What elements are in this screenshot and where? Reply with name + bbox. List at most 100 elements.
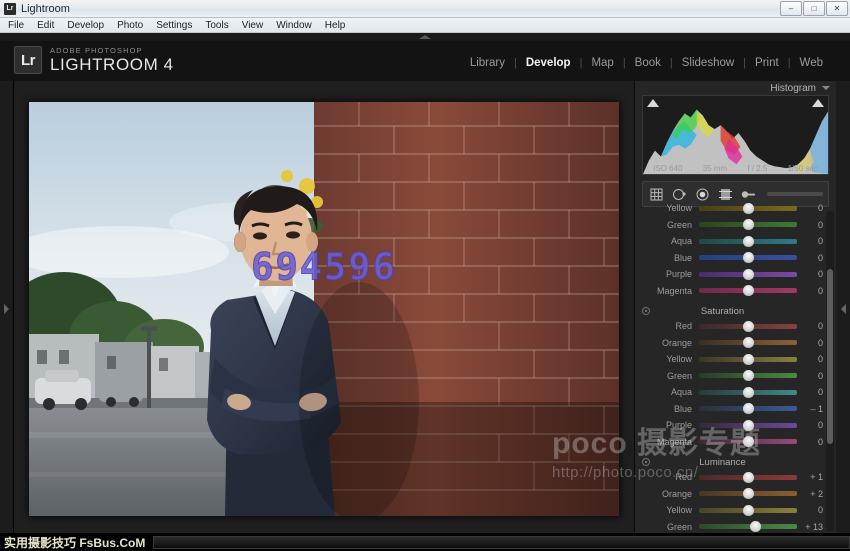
hsl-slider-track[interactable]: [699, 239, 797, 244]
menu-tools[interactable]: Tools: [205, 20, 236, 31]
hsl-slider-label: Magenta: [641, 286, 699, 296]
module-picker: Library | Develop | Map | Book | Slidesh…: [461, 57, 832, 69]
hsl-slider-row[interactable]: Magenta0: [635, 283, 831, 300]
hsl-slider-handle[interactable]: [743, 321, 754, 332]
hsl-slider-row[interactable]: Yellow0: [635, 502, 831, 519]
hsl-slider-handle[interactable]: [743, 505, 754, 516]
menu-help[interactable]: Help: [325, 20, 354, 31]
hsl-slider-handle[interactable]: [743, 488, 754, 499]
close-button[interactable]: ✕: [826, 1, 848, 16]
hsl-slider-track[interactable]: [699, 340, 797, 345]
hsl-slider-track[interactable]: [699, 324, 797, 329]
brush-size-slider[interactable]: [767, 192, 823, 196]
scrollbar-thumb[interactable]: [827, 269, 833, 444]
module-print[interactable]: Print: [746, 57, 788, 69]
module-library[interactable]: Library: [461, 57, 514, 69]
hsl-slider-row[interactable]: Green0: [635, 368, 831, 385]
chevron-down-icon[interactable]: [822, 86, 830, 90]
module-web[interactable]: Web: [791, 57, 832, 69]
hsl-slider-track[interactable]: [699, 255, 797, 260]
hsl-slider-handle[interactable]: [743, 337, 754, 348]
hsl-slider-handle[interactable]: [743, 354, 754, 365]
hsl-slider-track[interactable]: [699, 357, 797, 362]
module-book[interactable]: Book: [626, 57, 670, 69]
hsl-slider-handle[interactable]: [743, 285, 754, 296]
hsl-slider-label: Red: [641, 472, 699, 482]
hsl-slider-handle[interactable]: [743, 403, 754, 414]
hsl-slider-handle[interactable]: [743, 436, 754, 447]
menu-edit[interactable]: Edit: [37, 20, 62, 31]
hsl-slider-row[interactable]: Yellow0: [635, 200, 831, 217]
hsl-slider-handle[interactable]: [743, 236, 754, 247]
hsl-slider-handle[interactable]: [743, 472, 754, 483]
hsl-slider-row[interactable]: Aqua0: [635, 384, 831, 401]
hsl-slider-track[interactable]: [699, 491, 797, 496]
hsl-slider-handle[interactable]: [743, 420, 754, 431]
top-panel-toggle[interactable]: [0, 33, 850, 41]
lightroom-frame: Lr ADOBE PHOTOSHOP LIGHTROOM 4 Library |…: [0, 33, 850, 551]
menu-view[interactable]: View: [242, 20, 272, 31]
right-panel-toggle[interactable]: [836, 81, 850, 536]
hsl-slider-track[interactable]: [699, 423, 797, 428]
target-adjust-icon[interactable]: [642, 458, 650, 466]
hsl-slider-row[interactable]: Purple0: [635, 417, 831, 434]
highlight-clipping-indicator[interactable]: [812, 99, 824, 107]
hsl-section-saturation: SaturationRed0Orange0Yellow0Green0Aqua0B…: [635, 304, 831, 452]
statusbar-strip: [153, 536, 850, 549]
hsl-slider-track[interactable]: [699, 406, 797, 411]
hsl-slider-handle[interactable]: [743, 269, 754, 280]
image-canvas[interactable]: 694596: [14, 81, 634, 536]
hsl-slider-track[interactable]: [699, 206, 797, 211]
menu-window[interactable]: Window: [276, 20, 320, 31]
menu-develop[interactable]: Develop: [67, 20, 112, 31]
hsl-slider-row[interactable]: Green0: [635, 217, 831, 234]
hsl-slider-label: Green: [641, 220, 699, 230]
hsl-slider-handle[interactable]: [743, 252, 754, 263]
module-map[interactable]: Map: [582, 57, 622, 69]
hsl-slider-track[interactable]: [699, 222, 797, 227]
hsl-slider-label: Yellow: [641, 203, 699, 213]
hsl-slider-row[interactable]: Blue0: [635, 250, 831, 267]
right-panel-scrollbar[interactable]: [826, 211, 834, 531]
window-title: Lightroom: [21, 3, 70, 15]
target-adjust-icon[interactable]: [642, 307, 650, 315]
hsl-slider-handle[interactable]: [743, 370, 754, 381]
hsl-slider-track[interactable]: [699, 475, 797, 480]
hsl-slider-track[interactable]: [699, 390, 797, 395]
hsl-slider-track[interactable]: [699, 373, 797, 378]
hsl-slider-handle[interactable]: [743, 203, 754, 214]
hsl-slider-row[interactable]: Blue– 1: [635, 401, 831, 418]
shadow-clipping-indicator[interactable]: [647, 99, 659, 107]
hsl-slider-label: Yellow: [641, 505, 699, 515]
hsl-slider-handle[interactable]: [743, 219, 754, 230]
hsl-slider-label: Blue: [641, 404, 699, 414]
hsl-slider-row[interactable]: Red+ 1: [635, 469, 831, 486]
histogram-header[interactable]: Histogram: [635, 81, 836, 95]
hsl-slider-track[interactable]: [699, 508, 797, 513]
hsl-slider-handle[interactable]: [750, 521, 761, 532]
hsl-slider-row[interactable]: Purple0: [635, 266, 831, 283]
hsl-slider-track[interactable]: [699, 288, 797, 293]
app-icon: Lr: [4, 3, 16, 15]
minimize-button[interactable]: –: [780, 1, 802, 16]
hsl-slider-track[interactable]: [699, 272, 797, 277]
hsl-slider-label: Green: [641, 522, 699, 532]
hsl-slider-row[interactable]: Orange+ 2: [635, 486, 831, 503]
maximize-button[interactable]: □: [803, 1, 825, 16]
hsl-slider-track[interactable]: [699, 439, 797, 444]
menu-settings[interactable]: Settings: [156, 20, 200, 31]
hsl-slider-handle[interactable]: [743, 387, 754, 398]
module-develop[interactable]: Develop: [517, 57, 580, 69]
hsl-slider-row[interactable]: Orange0: [635, 335, 831, 352]
hsl-slider-row[interactable]: Yellow0: [635, 351, 831, 368]
histogram[interactable]: ISO 640 35 mm f / 2.5 1/50 sec: [642, 95, 829, 175]
identity-plate[interactable]: Lr ADOBE PHOTOSHOP LIGHTROOM 4: [14, 46, 174, 74]
menu-file[interactable]: File: [8, 20, 32, 31]
menu-photo[interactable]: Photo: [117, 20, 151, 31]
hsl-slider-row[interactable]: Red0: [635, 318, 831, 335]
hsl-slider-row[interactable]: Magenta0: [635, 434, 831, 451]
module-slideshow[interactable]: Slideshow: [673, 57, 743, 69]
hsl-slider-row[interactable]: Aqua0: [635, 233, 831, 250]
left-panel-toggle[interactable]: [0, 81, 14, 536]
hsl-slider-track[interactable]: [699, 524, 797, 529]
